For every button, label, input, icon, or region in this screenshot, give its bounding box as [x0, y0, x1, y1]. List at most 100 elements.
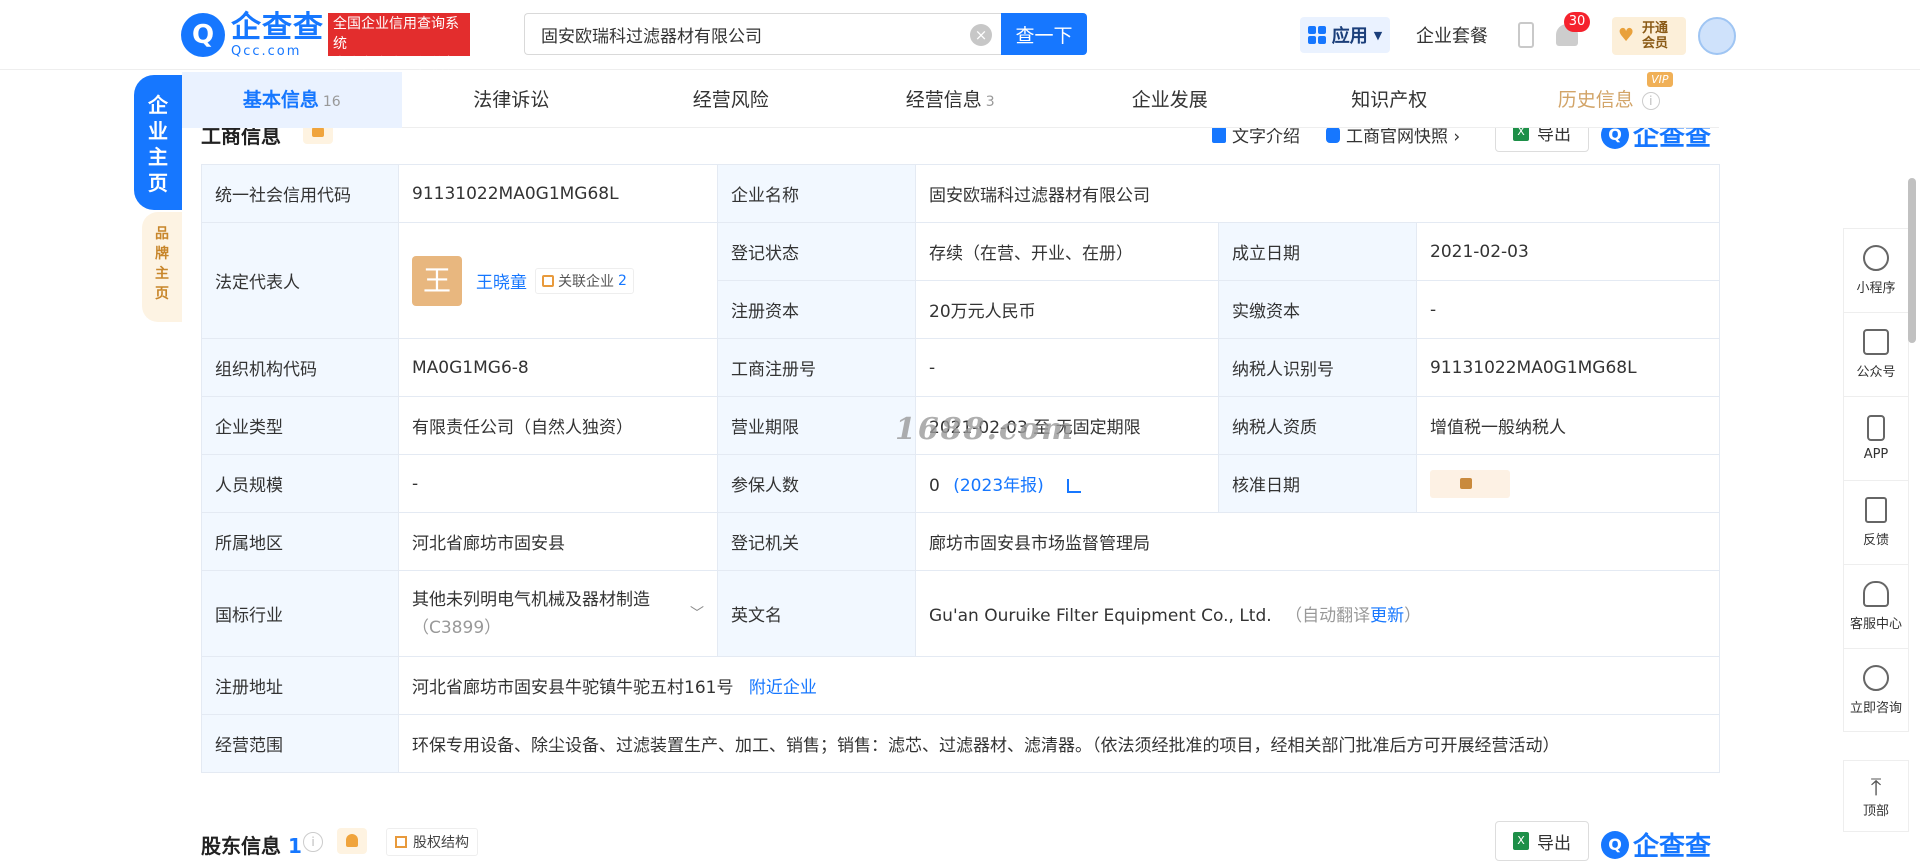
rail-label: 客服中心: [1849, 617, 1902, 632]
tab-intellectual-property[interactable]: 知识产权: [1280, 72, 1500, 128]
credit-code-value[interactable]: 91131022MA0G1MG68L: [398, 164, 718, 223]
notification-badge: 30: [1564, 12, 1590, 32]
equity-structure-button[interactable]: 股权结构: [386, 828, 478, 856]
insured-cell: 0 (2023年报): [915, 454, 1219, 513]
table-row: 人员规模 - 参保人数 0 (2023年报) 核准日期: [201, 454, 1721, 513]
export-label: 导出: [1537, 833, 1571, 854]
consult-button[interactable]: 立即咨询: [1843, 648, 1909, 732]
region-value: 河北省廊坊市固安县: [398, 512, 718, 571]
company-home-tab[interactable]: 企业主页: [134, 75, 182, 210]
biz-reg-no-value: -: [915, 338, 1219, 397]
logo-name: 企查查: [231, 9, 324, 45]
table-label: 核准日期: [1218, 454, 1417, 513]
shareholder-export-button[interactable]: X 导出: [1495, 821, 1589, 861]
top-bar: Q 企查查 Qcc.com 全国企业信用查询系统 官方备案企业征信机构 × 查一…: [0, 0, 1920, 92]
table-row: 经营范围 环保专用设备、除尘设备、过滤装置生产、加工、销售；销售：滤芯、过滤器材…: [201, 714, 1721, 773]
back-to-top-button[interactable]: ⤒ 顶部: [1843, 760, 1909, 832]
table-row: 法定代表人 王 王晓童 关联企业 2 登记状态 存续（在营、开业、在册） 成立日期…: [201, 222, 1721, 339]
info-icon[interactable]: i: [1641, 91, 1660, 110]
brand-text: 企查查: [1633, 832, 1712, 862]
miniprogram-icon: [1863, 245, 1889, 271]
english-name-value: Gu'an Ouruike Filter Equipment Co., Ltd.: [929, 606, 1272, 626]
open-vip-button[interactable]: ♥ 开通 会员: [1612, 17, 1686, 55]
user-avatar[interactable]: [1698, 17, 1736, 55]
logo-domain: Qcc.com: [231, 43, 302, 59]
table-label: 所属地区: [201, 512, 399, 571]
site-logo[interactable]: Q 企查查 Qcc.com: [181, 9, 324, 59]
related-companies-chip[interactable]: 关联企业 2: [535, 267, 634, 294]
tab-label: 经营风险: [692, 89, 769, 111]
enterprise-package-link[interactable]: 企业套餐: [1416, 22, 1488, 48]
watermark-text: 1688.com: [895, 412, 1075, 447]
arrow-up-icon: ⤒: [1870, 772, 1882, 801]
vip-heart-icon: ♥: [1618, 25, 1635, 46]
annual-report-link[interactable]: (2023年报): [953, 476, 1044, 496]
table-label: 工商注册号: [717, 338, 916, 397]
auto-translate-note: （自动翻译: [1285, 606, 1371, 626]
org-code-value: MA0G1MG6-8: [398, 338, 718, 397]
address-value: 河北省廊坊市固安县牛驼镇牛驼五村161号: [412, 678, 734, 698]
section-nav-tabs: 基本信息 16 法律诉讼 经营风险 经营信息 3 企业发展 知识产权 历史信息 i V…: [182, 72, 1719, 128]
table-label: 经营范围: [201, 714, 399, 773]
official-account-button[interactable]: 公众号: [1843, 312, 1909, 396]
rail-label: APP: [1863, 447, 1889, 462]
apps-grid-icon: [1307, 26, 1326, 44]
page-scrollbar[interactable]: [1908, 178, 1916, 343]
business-info-table: 统一社会信用代码 91131022MA0G1MG68L 企业名称 固安欧瑞科过滤…: [201, 164, 1721, 773]
legal-rep-link[interactable]: 王晓童: [476, 268, 527, 293]
table-label: 英文名: [717, 570, 916, 657]
related-label: 关联企业: [558, 273, 614, 290]
tab-business-risk[interactable]: 经营风险: [621, 72, 841, 128]
tab-history-info[interactable]: 历史信息 i VIP: [1499, 72, 1719, 128]
nearby-companies-link[interactable]: 附近企业: [749, 678, 817, 698]
app-download-button[interactable]: APP: [1843, 396, 1909, 480]
tagline-1: 全国企业信用查询系统: [333, 16, 459, 52]
locked-value[interactable]: [1430, 469, 1510, 498]
legal-rep-avatar[interactable]: 王: [412, 255, 462, 306]
table-label: 企业名称: [717, 164, 916, 223]
tab-label: 企业发展: [1131, 89, 1208, 111]
brand-home-tab[interactable]: 品牌主页: [142, 212, 182, 322]
approval-date-cell: [1415, 454, 1721, 513]
search-input[interactable]: [524, 13, 1001, 55]
rail-label: 小程序: [1856, 281, 1896, 296]
back-to-top-label: 顶部: [1862, 803, 1889, 819]
tab-legal-litigation[interactable]: 法律诉讼: [402, 72, 622, 128]
table-row: 组织机构代码 MA0G1MG6-8 工商注册号 - 纳税人识别号 9113102…: [201, 338, 1721, 397]
service-center-button[interactable]: 客服中心: [1843, 564, 1909, 648]
tab-development[interactable]: 企业发展: [1060, 72, 1280, 128]
mobile-icon[interactable]: [1518, 22, 1534, 48]
clear-search-icon[interactable]: ×: [970, 24, 992, 46]
right-rail: 小程序 公众号 APP 反馈 客服中心 立即咨询: [1843, 228, 1909, 732]
update-link[interactable]: 更新: [1370, 606, 1404, 626]
wechat-official-icon: [1863, 329, 1889, 355]
related-icon: [542, 274, 554, 287]
tab-basic-info[interactable]: 基本信息 16: [182, 72, 402, 128]
shareholder-title-text: 股东信息: [201, 834, 281, 858]
apps-menu-button[interactable]: 应用 ▼: [1300, 17, 1390, 53]
monitor-bell-icon[interactable]: [337, 828, 367, 854]
tab-label: 知识产权: [1351, 89, 1428, 111]
address-cell: 河北省廊坊市固安县牛驼镇牛驼五村161号 附近企业: [397, 656, 1721, 715]
lock-icon: [1460, 477, 1472, 489]
table-label: 实缴资本: [1218, 280, 1417, 339]
table-label: 纳税人资质: [1218, 396, 1417, 455]
info-icon[interactable]: i: [303, 832, 323, 852]
table-label: 人员规模: [201, 454, 399, 513]
shareholder-count: 1: [287, 834, 302, 858]
mini-program-button[interactable]: 小程序: [1843, 228, 1909, 312]
table-label: 国标行业: [201, 570, 399, 657]
table-label: 登记状态: [717, 222, 916, 281]
caret-down-icon: ▼: [1373, 28, 1383, 42]
est-date-value: 2021-02-03: [1415, 222, 1721, 281]
trend-chart-icon[interactable]: [1067, 479, 1082, 493]
company-name-value[interactable]: 固安欧瑞科过滤器材有限公司: [914, 164, 1721, 223]
tab-operation-info[interactable]: 经营信息 3: [841, 72, 1061, 128]
feedback-button[interactable]: 反馈: [1843, 480, 1909, 564]
chevron-down-icon[interactable]: ﹀: [690, 600, 704, 628]
search-button[interactable]: 查一下: [1001, 13, 1087, 55]
close-paren: ）: [1404, 606, 1422, 626]
legal-rep-cell: 王 王晓童 关联企业 2: [398, 222, 718, 339]
industry-cell[interactable]: ﹀ 其他未列明电气机械及器材制造 （C3899）: [398, 570, 718, 657]
tab-label: 经营信息: [905, 89, 982, 111]
